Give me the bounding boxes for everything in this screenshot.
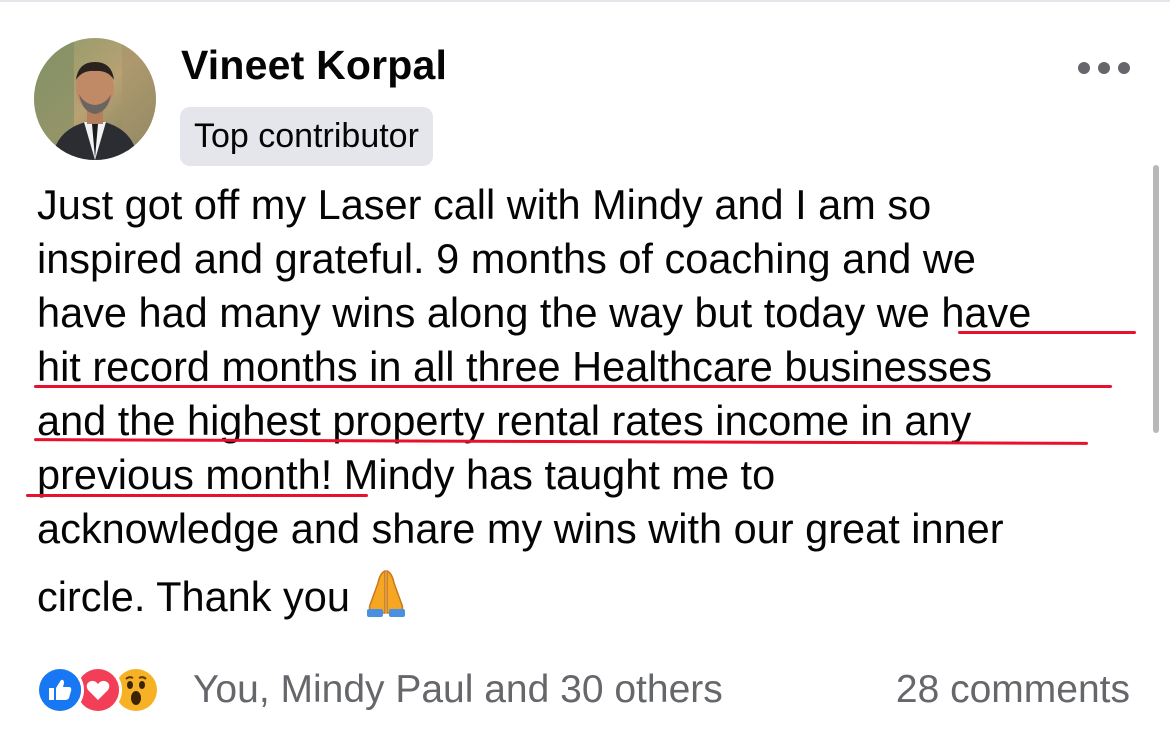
like-reaction-icon [36, 666, 84, 714]
folded-hands-emoji-icon [358, 567, 414, 639]
highlight-underline [958, 331, 1136, 334]
post-text-line: Just got off my Laser call with Mindy an… [37, 181, 932, 228]
post-text-line: circle. Thank you [37, 573, 350, 620]
top-divider [0, 0, 1170, 2]
post-text-line: inspired and grateful. 9 months of coach… [37, 235, 976, 282]
post-text-line: acknowledge and share my wins with our g… [37, 505, 1004, 552]
more-options-button[interactable] [1070, 48, 1138, 88]
author-name[interactable]: Vineet Korpal [181, 42, 447, 89]
post-text-line-last: circle. Thank you [37, 556, 1147, 633]
highlight-underline [26, 494, 368, 497]
more-horizontal-icon [1078, 62, 1130, 74]
author-avatar[interactable] [34, 38, 156, 160]
reaction-icons[interactable] [36, 666, 160, 714]
comments-count[interactable]: 28 comments [896, 666, 1130, 714]
scrollbar[interactable] [1153, 165, 1159, 433]
post-body: Just got off my Laser call with Mindy an… [37, 178, 1147, 633]
top-contributor-badge: Top contributor [180, 107, 433, 166]
highlight-underline [34, 385, 1112, 388]
reactions-summary[interactable]: You, Mindy Paul and 30 others [193, 666, 723, 714]
